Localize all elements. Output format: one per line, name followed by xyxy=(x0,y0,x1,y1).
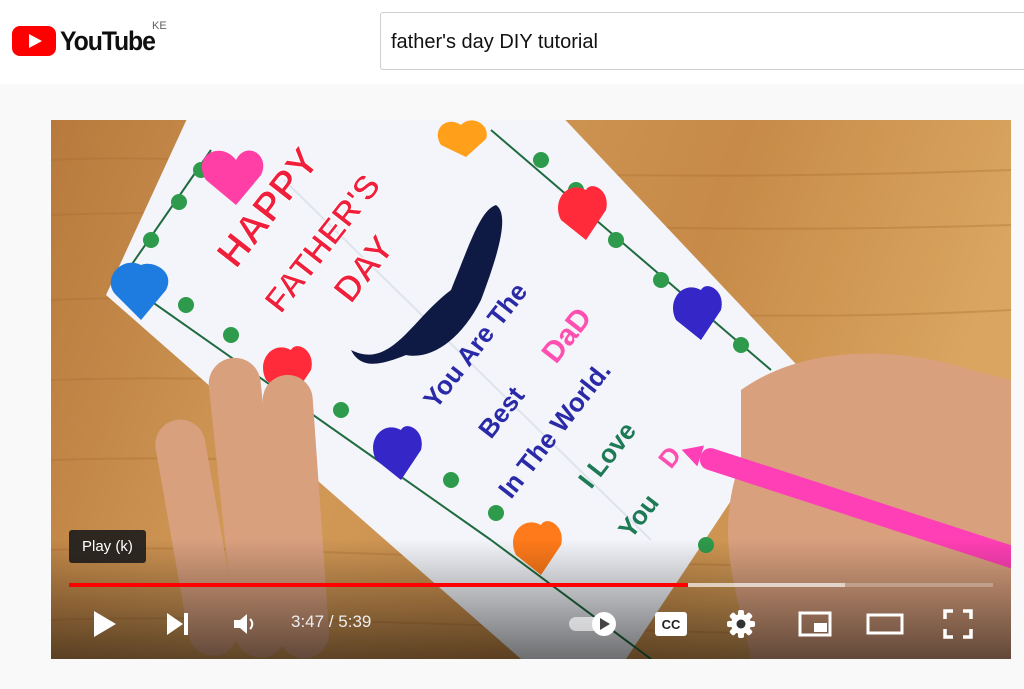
time-separator: / xyxy=(324,612,339,631)
theater-mode-icon xyxy=(866,613,904,635)
play-icon xyxy=(94,611,116,637)
next-icon xyxy=(167,613,188,635)
logo-wordmark: YouTube xyxy=(60,26,156,56)
current-time: 3:47 xyxy=(291,612,325,631)
country-code: KE xyxy=(152,20,167,32)
theater-mode-button[interactable] xyxy=(859,596,911,652)
mute-button[interactable] xyxy=(227,596,263,652)
play-button[interactable] xyxy=(87,596,123,652)
masthead: YouTube KE xyxy=(0,0,1024,84)
player-controls: 3:47 / 5:39 CC xyxy=(51,596,1011,652)
autoplay-toggle-icon xyxy=(569,612,616,636)
fullscreen-icon xyxy=(943,609,973,639)
progress-played xyxy=(69,583,688,587)
miniplayer-icon xyxy=(798,611,832,637)
time-display: 3:47 / 5:39 xyxy=(291,612,371,632)
settings-button[interactable] xyxy=(717,596,765,652)
settings-icon xyxy=(727,610,755,638)
next-button[interactable] xyxy=(159,596,195,652)
search-input[interactable] xyxy=(391,27,1011,57)
fullscreen-button[interactable] xyxy=(933,596,983,652)
progress-bar[interactable] xyxy=(69,583,993,587)
youtube-play-logo-icon xyxy=(12,26,56,56)
miniplayer-button[interactable] xyxy=(789,596,841,652)
search-box[interactable] xyxy=(380,12,1024,70)
autoplay-toggle[interactable] xyxy=(563,596,623,652)
subtitles-icon: CC xyxy=(655,612,687,636)
subtitles-button[interactable]: CC xyxy=(647,596,695,652)
svg-text:CC: CC xyxy=(662,617,681,632)
duration: 5:39 xyxy=(338,612,372,631)
volume-icon xyxy=(234,614,254,634)
play-tooltip: Play (k) xyxy=(69,530,146,563)
youtube-logo[interactable]: YouTube xyxy=(12,26,163,56)
video-player[interactable]: HAPPY FATHER'S DAY You Are The Best DaD … xyxy=(51,120,1011,659)
